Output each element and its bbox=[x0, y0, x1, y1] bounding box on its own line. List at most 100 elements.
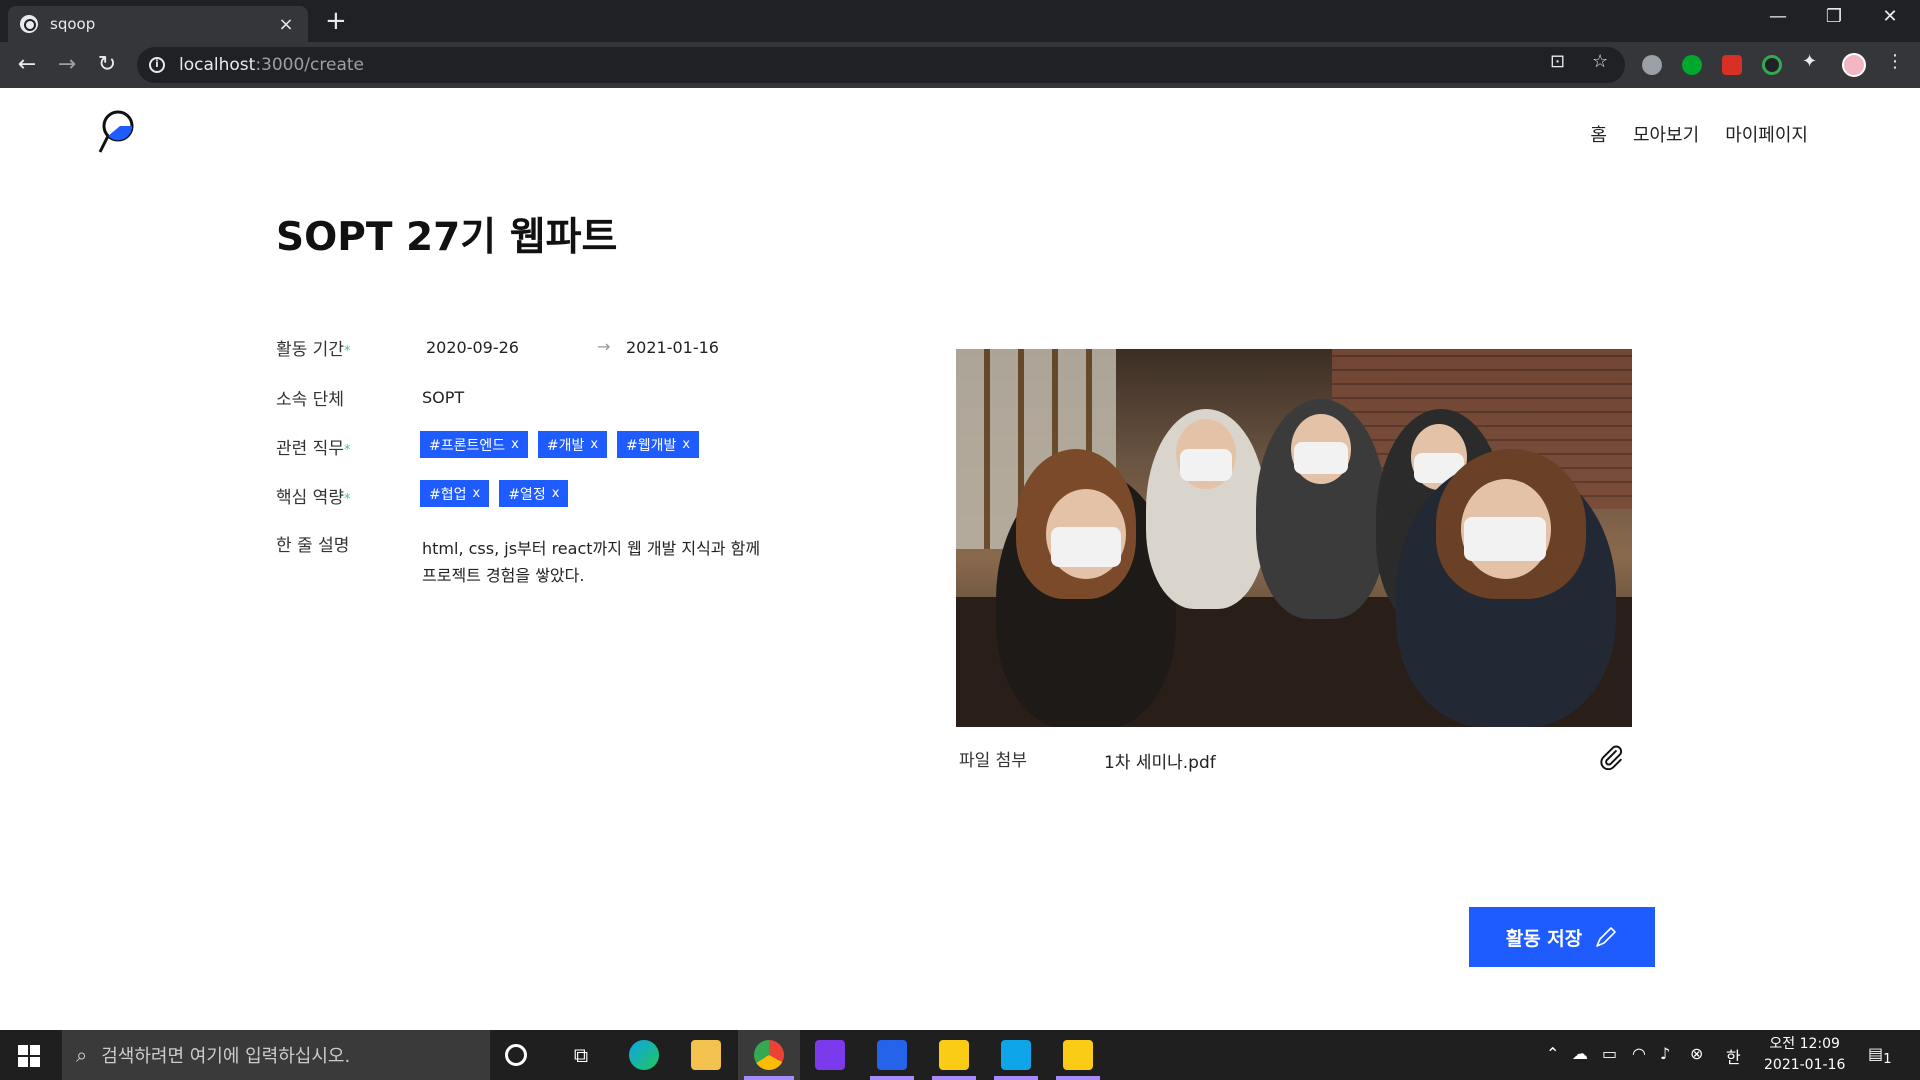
restore-icon[interactable]: ❐ bbox=[1814, 6, 1854, 27]
nav-home[interactable]: 홈 bbox=[1590, 121, 1607, 147]
jobs-label: 관련 직무* bbox=[276, 434, 350, 459]
tag-text: #열정 bbox=[508, 486, 546, 503]
page-content: 홈 모아보기 마이페이지 SOPT 27기 웹파트 활동 기간* 2020-09… bbox=[0, 88, 1920, 1030]
kakaotalk-active-indicator bbox=[1056, 1076, 1100, 1080]
skill-tag[interactable]: #열정 x bbox=[499, 480, 569, 507]
activity-photo[interactable] bbox=[956, 349, 1632, 727]
sticky-notes-active-indicator bbox=[932, 1076, 976, 1080]
date-range-arrow-icon: → bbox=[597, 337, 611, 356]
notification-center-icon[interactable]: ▤1 bbox=[1868, 1044, 1892, 1067]
job-tag[interactable]: #개발 x bbox=[537, 431, 608, 458]
tag-text: #협업 bbox=[429, 486, 467, 503]
extension-icon[interactable] bbox=[1642, 55, 1662, 75]
job-tag[interactable]: #웹개발 x bbox=[617, 431, 700, 458]
description-line: 프로젝트 경험을 쌓았다. bbox=[422, 566, 585, 585]
remove-tag-icon[interactable]: x bbox=[473, 486, 481, 501]
chrome-icon[interactable] bbox=[754, 1040, 784, 1070]
menu-dots-icon[interactable]: ⋮ bbox=[1886, 51, 1904, 72]
sticky-notes-icon[interactable] bbox=[939, 1040, 969, 1070]
forward-arrow-icon[interactable]: → bbox=[52, 50, 82, 80]
close-window-icon[interactable]: ✕ bbox=[1870, 6, 1910, 27]
vscode-active-indicator bbox=[994, 1076, 1038, 1080]
edge-icon[interactable] bbox=[629, 1040, 659, 1070]
evernote-extension-icon[interactable] bbox=[1682, 55, 1702, 75]
job-tag[interactable]: #프론트엔드 x bbox=[420, 431, 528, 458]
minimize-icon[interactable]: — bbox=[1758, 6, 1798, 27]
translate-icon[interactable]: ⊡ bbox=[1550, 51, 1565, 72]
status-x-icon[interactable]: ⊗ bbox=[1690, 1044, 1703, 1063]
reload-icon[interactable]: ↻ bbox=[92, 50, 122, 80]
file-name[interactable]: 1차 세미나.pdf bbox=[1104, 748, 1216, 773]
wifi-icon[interactable]: ◠ bbox=[1632, 1044, 1646, 1063]
period-label: 활동 기간* bbox=[276, 335, 350, 360]
period-label-text: 활동 기간 bbox=[276, 340, 344, 360]
task-view-icon[interactable]: ⧉ bbox=[566, 1040, 596, 1070]
new-tab-plus-icon[interactable]: + bbox=[325, 8, 347, 34]
cortana-icon[interactable] bbox=[505, 1044, 527, 1066]
battery-icon[interactable]: ▭ bbox=[1602, 1044, 1617, 1063]
org-label: 소속 단체 bbox=[276, 390, 344, 410]
tray-chevron-up-icon[interactable]: ⌃ bbox=[1546, 1044, 1559, 1063]
url-host: localhost bbox=[179, 55, 256, 75]
skills-label: 핵심 역량* bbox=[276, 483, 350, 508]
tag-text: #웹개발 bbox=[626, 437, 677, 454]
onedrive-icon[interactable]: ☁ bbox=[1572, 1044, 1588, 1063]
taskbar-clock[interactable]: 오전 12:09 2021-01-16 bbox=[1764, 1034, 1845, 1076]
description-field[interactable]: html, css, js부터 react까지 웹 개발 지식과 함께 프로젝트… bbox=[422, 535, 802, 589]
nav-mypage[interactable]: 마이페이지 bbox=[1725, 121, 1808, 147]
remove-tag-icon[interactable]: x bbox=[511, 437, 519, 452]
top-navigation: 홈 모아보기 마이페이지 bbox=[1590, 121, 1808, 147]
windows-taskbar: ⌕ 검색하려면 여기에 입력하십시오. ⧉ ⌃ ☁ ▭ ◠ ♪ ⊗ 한 오전 1… bbox=[0, 1030, 1920, 1080]
search-icon: ⌕ bbox=[76, 1043, 88, 1067]
jobs-label-text: 관련 직무 bbox=[276, 439, 344, 459]
remove-tag-icon[interactable]: x bbox=[682, 437, 690, 452]
paperclip-icon[interactable] bbox=[1598, 744, 1624, 770]
notification-count: 1 bbox=[1883, 1052, 1892, 1068]
required-mark: * bbox=[343, 443, 351, 458]
vscode-icon[interactable] bbox=[1001, 1040, 1031, 1070]
save-activity-button[interactable]: 활동 저장 bbox=[1469, 907, 1655, 967]
activity-title[interactable]: SOPT 27기 웹파트 bbox=[276, 206, 617, 262]
extensions-puzzle-icon[interactable]: ✦ bbox=[1802, 51, 1817, 72]
windows-start-icon[interactable] bbox=[18, 1045, 40, 1067]
browser-tab-bar: sqoop × + — ❐ ✕ bbox=[0, 0, 1920, 42]
sqoop-favicon-icon bbox=[20, 15, 38, 33]
ime-indicator[interactable]: 한 bbox=[1726, 1044, 1741, 1068]
nav-collection[interactable]: 모아보기 bbox=[1633, 121, 1699, 147]
word-active-indicator bbox=[870, 1076, 914, 1080]
file-attach-label: 파일 첨부 bbox=[959, 751, 1027, 771]
visual-studio-icon[interactable] bbox=[815, 1040, 845, 1070]
extension-red-icon[interactable] bbox=[1722, 55, 1742, 75]
taskbar-search-box[interactable]: ⌕ 검색하려면 여기에 입력하십시오. bbox=[62, 1030, 490, 1080]
kakaotalk-icon[interactable] bbox=[1063, 1040, 1093, 1070]
end-date-field[interactable]: 2021-01-16 bbox=[626, 338, 719, 357]
skill-tag[interactable]: #협업 x bbox=[420, 480, 490, 507]
volume-icon[interactable]: ♪ bbox=[1660, 1044, 1670, 1063]
sqoop-logo-icon[interactable] bbox=[98, 110, 138, 154]
start-date-field[interactable]: 2020-09-26 bbox=[426, 338, 519, 357]
skills-tag-list: #협업 x #열정 x bbox=[420, 480, 569, 507]
required-mark: * bbox=[343, 344, 351, 359]
org-field[interactable]: SOPT bbox=[422, 388, 464, 407]
jobs-tag-list: #프론트엔드 x #개발 x #웹개발 x bbox=[420, 431, 700, 458]
face-mask bbox=[1294, 442, 1348, 474]
site-info-icon[interactable]: i bbox=[149, 57, 165, 73]
tab-title: sqoop bbox=[50, 15, 96, 33]
browser-toolbar: ← → ↻ i localhost:3000/create ⊡ ☆ ✦ ⋮ bbox=[0, 42, 1920, 88]
bookmark-star-icon[interactable]: ☆ bbox=[1592, 51, 1608, 72]
close-tab-icon[interactable]: × bbox=[276, 14, 296, 35]
chrome-active-indicator bbox=[744, 1076, 794, 1080]
browser-tab[interactable]: sqoop × bbox=[8, 6, 308, 42]
word-icon[interactable] bbox=[877, 1040, 907, 1070]
profile-avatar[interactable] bbox=[1842, 53, 1866, 77]
file-explorer-icon[interactable] bbox=[691, 1040, 721, 1070]
extension-ring-icon[interactable] bbox=[1762, 55, 1782, 75]
face-mask bbox=[1180, 449, 1232, 481]
description-line: html, css, js부터 react까지 웹 개발 지식과 함께 bbox=[422, 539, 761, 558]
back-arrow-icon[interactable]: ← bbox=[12, 50, 42, 80]
address-bar[interactable]: i localhost:3000/create bbox=[137, 47, 1625, 83]
required-mark: * bbox=[343, 492, 351, 507]
remove-tag-icon[interactable]: x bbox=[590, 437, 598, 452]
remove-tag-icon[interactable]: x bbox=[552, 486, 560, 501]
tag-text: #개발 bbox=[546, 437, 585, 454]
